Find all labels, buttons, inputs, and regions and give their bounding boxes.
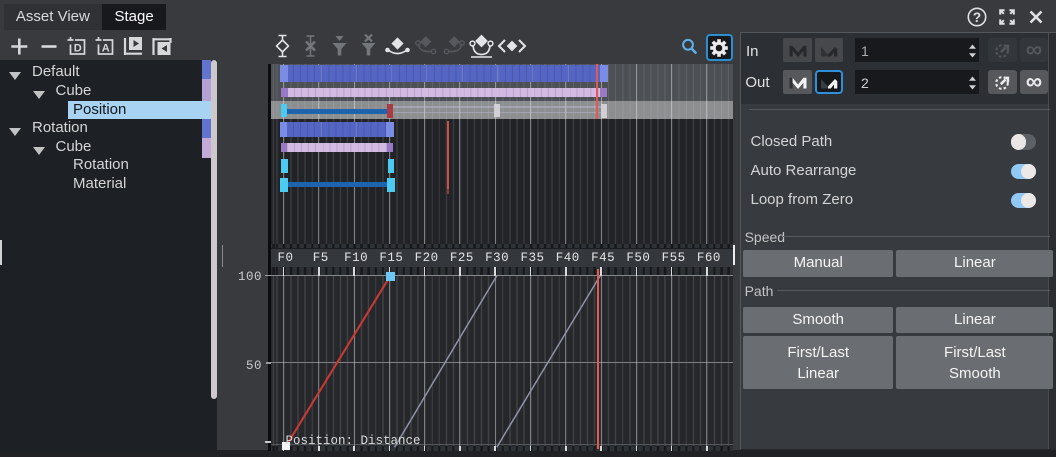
svg-text:?: ? [973, 10, 981, 25]
